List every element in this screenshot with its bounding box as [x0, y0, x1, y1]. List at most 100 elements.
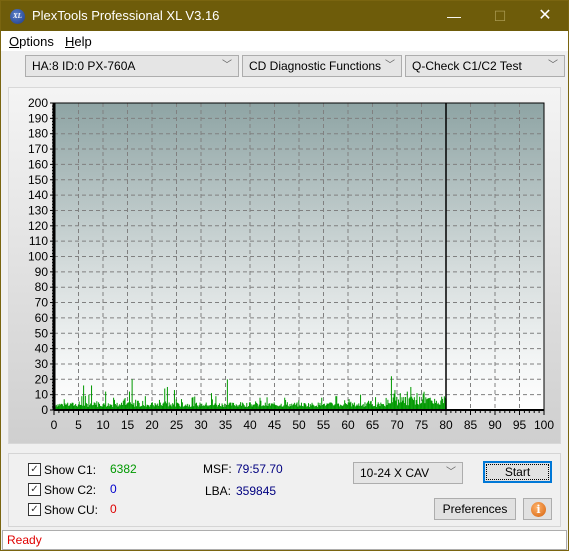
menu-options[interactable]: Options	[9, 34, 54, 49]
c1-bar	[93, 402, 95, 410]
c1-bar	[370, 400, 372, 410]
c1-bar	[151, 402, 153, 410]
x-tick-label: 15	[121, 418, 135, 432]
c2-count: 0	[110, 482, 117, 496]
drive-select-value: HA:8 ID:0 PX-760A	[32, 59, 136, 73]
c1-bar	[349, 402, 351, 410]
c1-bar	[431, 400, 433, 410]
c1-bar	[83, 385, 85, 410]
c1-bar	[175, 399, 177, 410]
show-c1-checkbox[interactable]: ✓	[28, 463, 41, 476]
x-tick-label: 50	[292, 418, 306, 432]
start-button[interactable]: Start	[483, 461, 552, 483]
close-button[interactable]: ✕	[522, 1, 568, 31]
c1-bar	[387, 399, 389, 410]
start-button-label: Start	[486, 464, 549, 480]
c1-bar	[266, 397, 268, 410]
c1-bar	[422, 393, 424, 410]
menu-help[interactable]: Help	[65, 34, 92, 49]
c1-bar	[151, 402, 153, 410]
maximize-button[interactable]: ☐	[477, 1, 523, 31]
lba-label: LBA:	[205, 484, 232, 498]
c1-bar	[303, 403, 305, 410]
chevron-down-icon: ﹀	[446, 467, 456, 478]
x-tick-label: 55	[317, 418, 331, 432]
menu-options-rest: ptions	[19, 34, 54, 49]
c1-bar	[81, 396, 83, 410]
c1-bar	[330, 402, 332, 410]
c1-bar	[96, 401, 98, 410]
c1-bar	[122, 400, 124, 410]
c1-bar	[233, 402, 235, 410]
c1-bar	[319, 402, 321, 410]
c1-bar	[172, 403, 174, 410]
c1-bar	[284, 397, 286, 410]
c1-bar	[430, 400, 432, 410]
preferences-button[interactable]: Preferences	[434, 498, 516, 520]
c1-bar	[392, 397, 394, 410]
c1-bar	[440, 400, 442, 410]
info-icon: i	[531, 502, 546, 517]
speed-select[interactable]: 10-24 X CAV ﹀	[353, 462, 463, 484]
y-tick-label: 60	[35, 311, 49, 325]
c1-bar	[113, 399, 115, 410]
c1-bar	[205, 402, 207, 410]
function-select[interactable]: CD Diagnostic Functions ﹀	[242, 55, 402, 77]
x-tick-label: 100	[534, 418, 554, 432]
x-tick-label: 60	[341, 418, 355, 432]
c1-bar	[412, 398, 414, 410]
c1-bar	[360, 394, 362, 410]
c1-bar	[128, 402, 130, 410]
show-cu-checkbox[interactable]: ✓	[28, 503, 41, 516]
drive-select[interactable]: HA:8 ID:0 PX-760A ﹀	[25, 55, 239, 77]
test-select[interactable]: Q-Check C1/C2 Test ﹀	[405, 55, 565, 77]
c1-bar	[398, 402, 400, 410]
speed-select-value: 10-24 X CAV	[360, 466, 430, 480]
c1-bar	[285, 399, 287, 410]
minimize-button[interactable]: —	[431, 1, 477, 31]
c1-bar	[137, 400, 139, 410]
y-tick-label: 150	[28, 173, 48, 187]
y-tick-label: 90	[35, 265, 49, 279]
c1-bar	[248, 402, 250, 410]
c1-bar	[163, 402, 165, 410]
c1-bar	[298, 400, 300, 410]
c1-bar	[388, 403, 390, 410]
c1-bar	[194, 396, 196, 410]
c1-bar	[192, 397, 194, 410]
y-tick-label: 20	[35, 372, 49, 386]
c1-bar	[241, 402, 243, 410]
y-tick-label: 80	[35, 280, 49, 294]
c1-bar	[124, 398, 126, 410]
y-tick-label: 50	[35, 326, 49, 340]
chevron-down-icon: ﹀	[548, 60, 558, 71]
c1-bar	[308, 403, 310, 410]
info-button[interactable]: i	[523, 498, 552, 520]
x-tick-label: 20	[145, 418, 159, 432]
c1-bar	[380, 402, 382, 410]
c1-bar	[329, 402, 331, 410]
c1-bar	[441, 396, 443, 410]
c1-bar	[347, 402, 349, 410]
c1-bar	[345, 403, 347, 410]
c1-bar	[399, 393, 401, 410]
c1-bar	[311, 402, 313, 410]
title-bar: XL PlexTools Professional XL V3.16 — ☐ ✕	[1, 1, 568, 31]
x-tick-label: 95	[513, 418, 527, 432]
c1-bar	[133, 402, 135, 410]
show-c2-checkbox[interactable]: ✓	[28, 483, 41, 496]
y-tick-label: 110	[29, 234, 48, 248]
c1-bar	[98, 402, 100, 410]
c1-bar	[142, 400, 144, 410]
y-tick-label: 140	[28, 188, 48, 202]
c1-bar	[419, 396, 421, 410]
c1-bar	[128, 391, 130, 410]
c1-bar	[240, 402, 242, 410]
c1-bar	[158, 399, 160, 410]
y-tick-label: 120	[28, 219, 48, 233]
chevron-down-icon: ﹀	[385, 60, 395, 71]
c1-c2-chart: 0102030405060708090100110120130140150160…	[28, 96, 554, 432]
x-tick-label: 65	[366, 418, 380, 432]
menu-bar: Options Help	[1, 31, 568, 51]
c1-bar	[135, 399, 137, 410]
